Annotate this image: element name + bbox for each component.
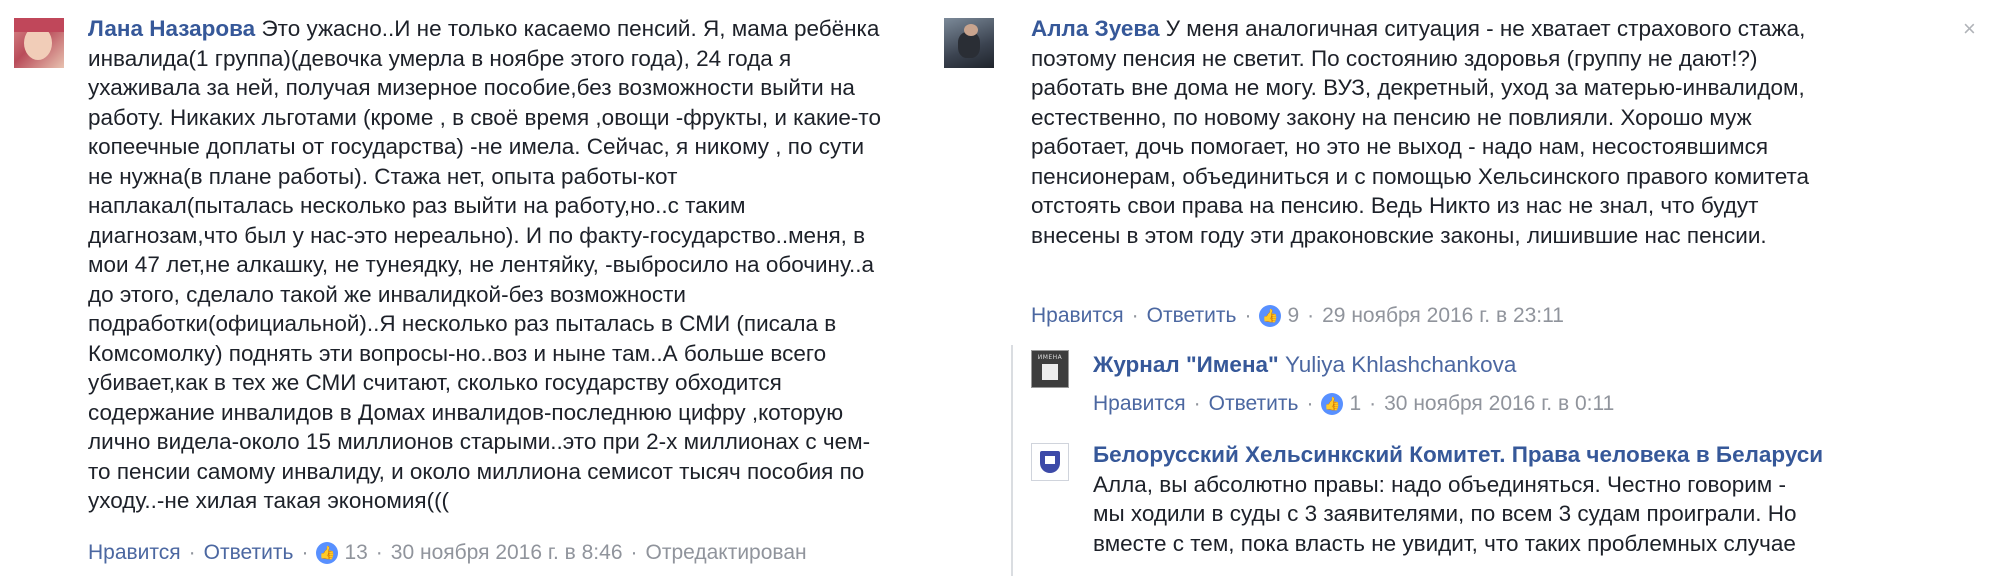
comment-text-line: мои 47 лет,не алкашку, не тунеядку, не л… [88, 252, 874, 277]
thumbs-up-icon[interactable]: 👍 [1259, 305, 1282, 327]
avatar[interactable] [944, 18, 994, 68]
comment-body: Лана Назарова Это ужасно..И не только ка… [88, 14, 881, 516]
avatar-logo-text: ИМЕНА [1037, 354, 1063, 361]
comment-body: Алла Зуева У меня аналогичная ситуация -… [1031, 14, 1809, 250]
separator-dot: · [1306, 392, 1314, 415]
comment-text-line: наплакал(пыталась несколько раз выйти на… [88, 193, 746, 218]
separator-dot: · [301, 541, 309, 564]
thumbs-up-icon[interactable]: 👍 [1321, 393, 1344, 415]
comment-text-line: работает, дочь помогает, но это не выход… [1031, 134, 1769, 159]
timestamp[interactable]: 30 ноября 2016 г. в 8:46 [391, 539, 623, 567]
mention-link[interactable]: Yuliya Khlashchankova [1285, 352, 1516, 377]
like-button[interactable]: Нравится [88, 539, 181, 567]
comment-text-line: до этого, сделало такой же инвалидкой-бе… [88, 281, 686, 307]
comment-actions: Нравится · Ответить · 👍 9 · 29 ноября 20… [1031, 302, 1564, 330]
comment-text-line: диагнозам,что был у нас-это нереально). … [88, 222, 866, 248]
comment-text-line: то пенсии самому инвалиду, и около милли… [88, 458, 865, 484]
separator-dot: · [1193, 392, 1201, 415]
comment-text-line: Алла, вы абсолютно правы: надо объединят… [1093, 471, 1786, 497]
comment-text-line: лично видела-около 15 миллионов старыми.… [88, 429, 871, 454]
avatar[interactable] [14, 18, 64, 68]
comment-text-line: Комсомолку) поднять эти вопросы-но..воз … [88, 340, 827, 366]
author-name[interactable]: Белорусский Хельсинкский Комитет. Права … [1093, 440, 1823, 470]
comment-text-line: ухаживала за ней, получая мизерное пособ… [88, 75, 855, 100]
reply-button[interactable]: Ответить [1209, 390, 1299, 418]
author-name[interactable]: Алла Зуева [1031, 16, 1159, 41]
comment-text-line: копеечные доплаты от государства) -не им… [88, 134, 865, 159]
separator-dot: · [1307, 304, 1315, 327]
reply-button[interactable]: Ответить [204, 539, 294, 567]
author-name[interactable]: Лана Назарова [88, 16, 255, 41]
like-count[interactable]: 9 [1287, 302, 1299, 330]
separator-dot: · [188, 541, 196, 564]
comment-text-line: убивает,как в тех же СМИ считают, скольк… [88, 370, 782, 395]
timestamp[interactable]: 30 ноября 2016 г. в 0:11 [1384, 390, 1614, 418]
like-count[interactable]: 13 [344, 539, 367, 567]
avatar[interactable] [1031, 443, 1069, 481]
comment-text-line: содержание инвалидов в Домах инвалидов-п… [88, 399, 844, 425]
reply-actions: Нравится · Ответить · 👍 1 · 30 ноября 20… [1093, 390, 1614, 418]
comment-text-line: вместе с тем, пока власть не увидит, что… [1093, 530, 1796, 556]
edited-label[interactable]: Отредактирован [646, 539, 807, 567]
separator-dot: · [1131, 304, 1139, 327]
comment-text-line: Это ужасно..И не только касаемо пенсий. … [261, 16, 880, 41]
comment-text-line: мы ходили в суды с 3 заявителями, по все… [1093, 501, 1797, 526]
author-name[interactable]: Журнал "Имена" [1093, 352, 1279, 377]
comment-text-line: поэтому пенсия не светит. По состоянию з… [1031, 45, 1758, 71]
reply-body: Белорусский Хельсинкский Комитет. Права … [1093, 440, 1823, 558]
reply-thread-line [1011, 345, 1013, 576]
comment-text-line: подработки(официальной)..Я несколько раз… [88, 311, 837, 336]
reply-body: Журнал "Имена" Yuliya Khlashchankova [1093, 350, 1516, 380]
separator-dot: · [375, 541, 383, 564]
comment-text-line: естественно, по новому закону на пенсию … [1031, 104, 1752, 130]
comment-text-line: работать вне дома не могу. ВУЗ, декретны… [1031, 75, 1805, 100]
separator-dot: · [630, 541, 638, 564]
separator-dot: · [1244, 304, 1252, 327]
avatar[interactable]: ИМЕНА [1031, 350, 1069, 388]
reply-button[interactable]: Ответить [1147, 302, 1237, 330]
comment-text-line: инвалида(1 группа)(девочка умерла в нояб… [88, 45, 792, 71]
timestamp[interactable]: 29 ноября 2016 г. в 23:11 [1322, 302, 1564, 330]
comment-text-line: уходу..-не хилая такая экономия((( [88, 488, 450, 513]
comment-text-line: отстоять свои права на пенсию. Ведь Никт… [1031, 193, 1759, 218]
comment-text-line: пенсионерам, объединиться и с помощью Хе… [1031, 163, 1810, 189]
separator-dot: · [1369, 392, 1377, 415]
comment-text-line: У меня аналогичная ситуация - не хватает… [1165, 16, 1806, 41]
like-button[interactable]: Нравится [1093, 390, 1186, 418]
like-count[interactable]: 1 [1349, 390, 1361, 418]
comment-actions: Нравится · Ответить · 👍 13 · 30 ноября 2… [88, 539, 807, 567]
thumbs-up-icon[interactable]: 👍 [316, 542, 339, 564]
like-button[interactable]: Нравится [1031, 302, 1124, 330]
comment-text-line: внесены в этом году эти драконовские зак… [1031, 222, 1767, 248]
comment-text-line: не нужна(в плане работы). Стажа нет, опы… [88, 163, 678, 189]
comment-text-line: работу. Никаких льготами (кроме , в своё… [88, 104, 881, 130]
close-icon[interactable]: × [1963, 16, 1976, 42]
